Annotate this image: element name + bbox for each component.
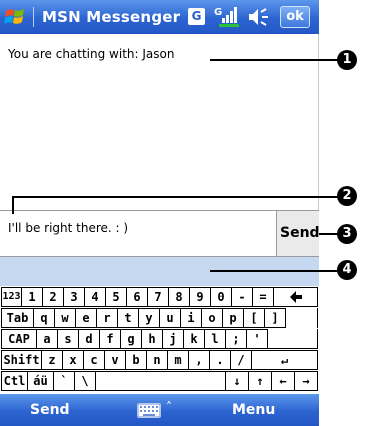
callout-vline-2 [12, 196, 14, 214]
keyboard-row: CAP a s d f g h j k l ; ' [0, 329, 319, 350]
key-8[interactable]: 8 [169, 287, 190, 307]
key-0[interactable]: 0 [211, 287, 232, 307]
key-q[interactable]: q [34, 308, 55, 328]
key-slash[interactable]: / [231, 350, 252, 370]
key-j[interactable]: j [163, 329, 184, 349]
key-t[interactable]: t [118, 308, 139, 328]
callout-line-3 [319, 233, 339, 235]
chat-partner-header: You are chatting with: Jason [8, 47, 175, 61]
app-title: MSN Messenger [42, 8, 181, 26]
keyboard-filler [286, 308, 318, 328]
key-123[interactable]: 123 [1, 287, 22, 307]
arrow-up-key[interactable]: ↑ [249, 371, 272, 391]
keyboard-filler [268, 329, 318, 349]
callout-badge-2: 2 [337, 186, 357, 206]
gprs-icon[interactable]: G [188, 8, 205, 25]
key-l[interactable]: l [205, 329, 226, 349]
message-input[interactable]: I'll be right there. : ) [0, 211, 276, 256]
soft-keyboard: 123 1 2 3 4 5 6 7 8 9 0 - = Tab q w e r [0, 287, 319, 394]
keyboard-row: Ctl áü ` \ ↓ ↑ ← → [0, 371, 319, 392]
key-i[interactable]: i [181, 308, 202, 328]
key-x[interactable]: x [63, 350, 84, 370]
key-z[interactable]: z [42, 350, 63, 370]
callout-line-4 [210, 270, 340, 272]
volume-icon[interactable] [247, 6, 271, 28]
key-u[interactable]: u [160, 308, 181, 328]
key-r[interactable]: r [97, 308, 118, 328]
key-close-bracket[interactable]: ] [265, 308, 286, 328]
callout-line-1 [210, 59, 340, 61]
menu-bar: Send ˄ Menu [0, 394, 319, 426]
callout-line-2 [12, 196, 339, 198]
key-a[interactable]: a [37, 329, 58, 349]
key-o[interactable]: o [202, 308, 223, 328]
enter-key[interactable]: ↵ [252, 350, 318, 370]
title-bar: MSN Messenger G G ok [0, 0, 319, 34]
input-selector-arrow-icon[interactable]: ˄ [166, 400, 172, 414]
key-minus[interactable]: - [232, 287, 253, 307]
arrow-right-key[interactable]: → [295, 371, 318, 391]
key-2[interactable]: 2 [43, 287, 64, 307]
key-b[interactable]: b [126, 350, 147, 370]
key-accents[interactable]: áü [28, 371, 54, 391]
key-h[interactable]: h [142, 329, 163, 349]
callout-badge-4: 4 [337, 260, 357, 280]
send-button[interactable]: Send [276, 211, 320, 256]
key-ctrl[interactable]: Ctl [1, 371, 28, 391]
key-4[interactable]: 4 [85, 287, 106, 307]
device-screen: MSN Messenger G G ok You are chatting wi… [0, 0, 320, 426]
key-k[interactable]: k [184, 329, 205, 349]
key-c[interactable]: c [84, 350, 105, 370]
callout-badge-3: 3 [337, 224, 357, 244]
keyboard-row: 123 1 2 3 4 5 6 7 8 9 0 - = [0, 287, 319, 308]
key-s[interactable]: s [58, 329, 79, 349]
key-equals[interactable]: = [253, 287, 274, 307]
key-n[interactable]: n [147, 350, 168, 370]
arrow-left-key[interactable]: ← [272, 371, 295, 391]
key-backslash[interactable]: \ [75, 371, 96, 391]
signal-strength-icon[interactable]: G [213, 5, 241, 27]
key-semicolon[interactable]: ; [226, 329, 247, 349]
title-separator [33, 7, 34, 27]
key-tab[interactable]: Tab [1, 308, 34, 328]
key-5[interactable]: 5 [106, 287, 127, 307]
key-caps[interactable]: CAP [1, 329, 37, 349]
keyboard-icon[interactable] [137, 403, 161, 418]
ok-button[interactable]: ok [280, 6, 310, 28]
backspace-icon [289, 291, 302, 303]
key-e[interactable]: e [76, 308, 97, 328]
callout-badge-1: 1 [337, 50, 357, 70]
key-backtick[interactable]: ` [54, 371, 75, 391]
key-y[interactable]: y [139, 308, 160, 328]
key-open-bracket[interactable]: [ [244, 308, 265, 328]
key-shift[interactable]: Shift [1, 350, 42, 370]
key-6[interactable]: 6 [127, 287, 148, 307]
key-v[interactable]: v [105, 350, 126, 370]
key-apostrophe[interactable]: ' [247, 329, 268, 349]
key-f[interactable]: f [100, 329, 121, 349]
key-period[interactable]: . [210, 350, 231, 370]
key-comma[interactable]: , [189, 350, 210, 370]
key-d[interactable]: d [79, 329, 100, 349]
key-p[interactable]: p [223, 308, 244, 328]
key-1[interactable]: 1 [22, 287, 43, 307]
windows-start-icon[interactable] [3, 4, 29, 30]
key-g[interactable]: g [121, 329, 142, 349]
key-9[interactable]: 9 [190, 287, 211, 307]
arrow-down-key[interactable]: ↓ [226, 371, 249, 391]
key-7[interactable]: 7 [148, 287, 169, 307]
svg-text:G: G [214, 7, 222, 18]
menu-button[interactable]: Menu [232, 402, 275, 418]
keyboard-row: Tab q w e r t y u i o p [ ] [0, 308, 319, 329]
keyboard-row: Shift z x c v b n m , . / ↵ [0, 350, 319, 371]
space-key[interactable] [96, 371, 226, 391]
key-3[interactable]: 3 [64, 287, 85, 307]
menu-send-button[interactable]: Send [30, 402, 70, 418]
backspace-key[interactable] [274, 287, 318, 307]
key-w[interactable]: w [55, 308, 76, 328]
key-m[interactable]: m [168, 350, 189, 370]
